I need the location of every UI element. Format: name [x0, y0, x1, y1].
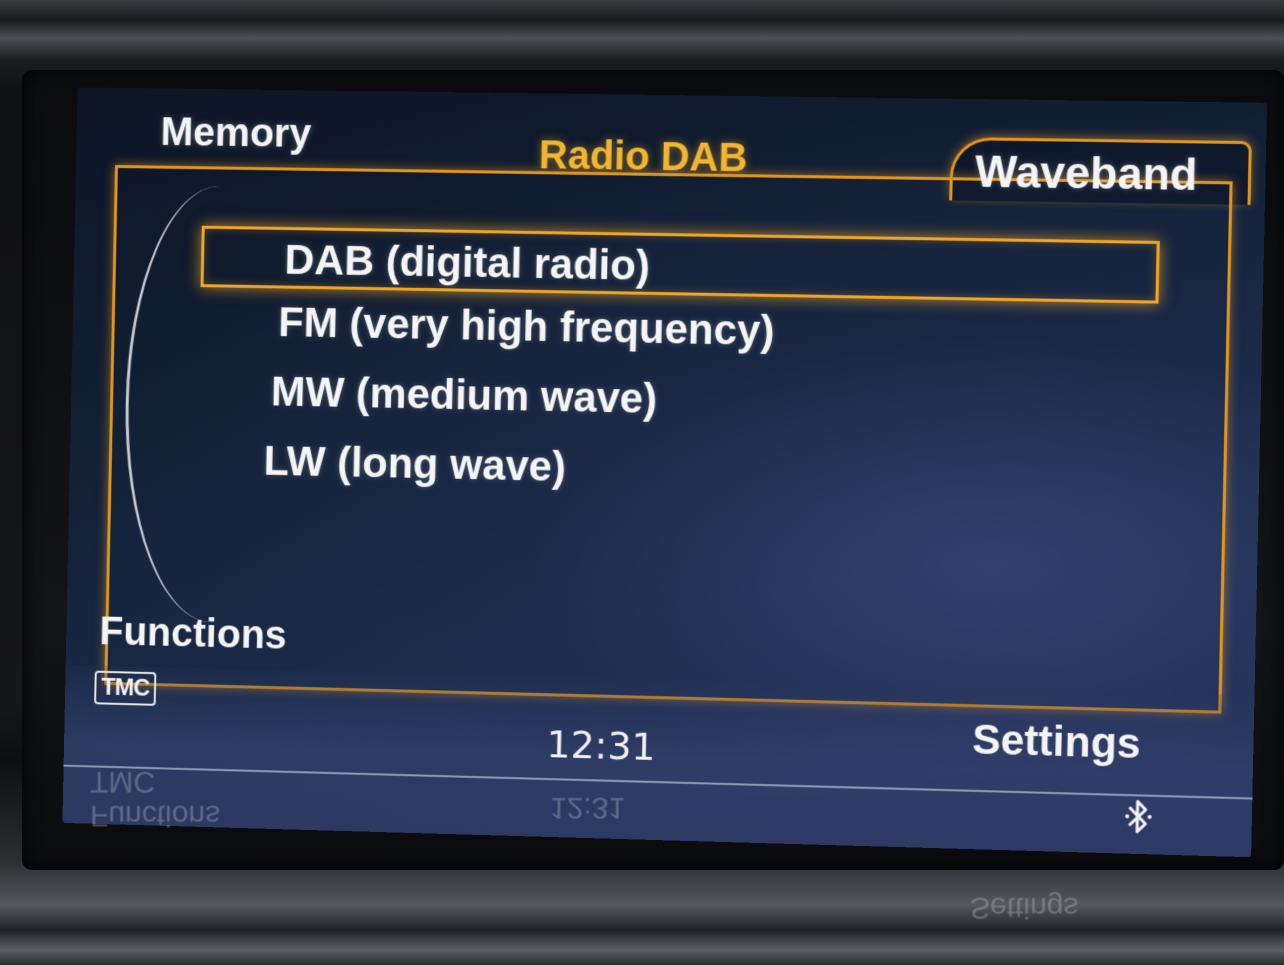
dashboard-surround: Memory Radio DAB Waveband DAB (digital r… — [0, 0, 1284, 965]
list-item-lw[interactable]: LW (long wave) — [263, 437, 566, 491]
mmi-screen: Memory Radio DAB Waveband DAB (digital r… — [62, 87, 1268, 858]
memory-button[interactable]: Memory — [160, 110, 311, 157]
list-item-fm[interactable]: FM (very high frequency) — [278, 298, 775, 355]
functions-button[interactable]: Functions — [99, 610, 287, 659]
page-title: Radio DAB — [538, 133, 748, 181]
tmc-badge: TMC — [94, 670, 157, 706]
reflection-settings: Settings — [970, 891, 1079, 924]
list-item-mw[interactable]: MW (medium wave) — [271, 368, 658, 423]
list-item-dab[interactable]: DAB (digital radio) — [200, 225, 1160, 304]
clock: 12:31 — [546, 722, 657, 770]
tab-waveband[interactable]: Waveband — [975, 147, 1198, 201]
settings-button[interactable]: Settings — [972, 715, 1141, 768]
bluetooth-icon — [1125, 796, 1152, 837]
